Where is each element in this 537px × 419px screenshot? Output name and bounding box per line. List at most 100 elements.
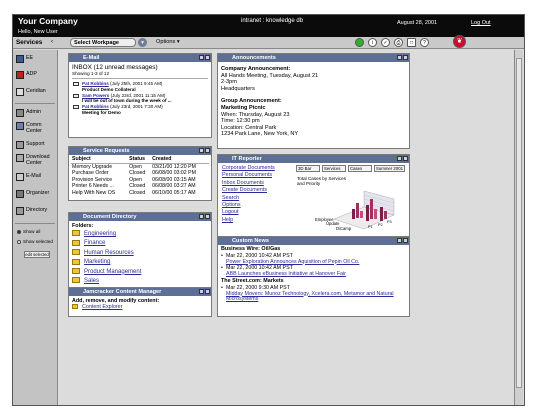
- folder-link[interactable]: Sales: [84, 278, 99, 284]
- folder-item[interactable]: Sales: [72, 277, 208, 286]
- table-row[interactable]: Memory Upgrade Open 03/21/00 12:20 PM: [71, 163, 209, 170]
- logout-link[interactable]: Logout: [222, 209, 294, 216]
- cases-select[interactable]: Cases: [348, 165, 372, 172]
- create-documents-link[interactable]: Create Documents: [222, 187, 294, 194]
- news-headline[interactable]: Midday Movers: Munoz Technology, Xcelera…: [226, 291, 406, 304]
- chart-type-select[interactable]: 3D Bar: [296, 165, 320, 172]
- content-explorer-link[interactable]: Content Explorer: [82, 304, 122, 310]
- envelope-icon: [73, 105, 79, 110]
- request-status: Closed: [129, 189, 146, 196]
- folder-item[interactable]: Marketing: [72, 258, 208, 267]
- comm-center-icon: [16, 122, 24, 130]
- it-reporter-header: IT Reporter: [218, 155, 409, 163]
- close-icon[interactable]: [205, 55, 210, 60]
- sidebar-item-comm-center[interactable]: Comm Center: [15, 120, 55, 135]
- services-sidebar: EE ADP Ceridian Admin Comm Center Suppor…: [13, 50, 58, 405]
- email-sender[interactable]: Pat Robbins: [82, 81, 109, 86]
- show-selected-radio[interactable]: Show selected: [17, 239, 53, 244]
- minimize-icon[interactable]: [397, 238, 402, 243]
- email-sender[interactable]: Pat Robbins: [82, 104, 109, 109]
- download-icon: [16, 154, 24, 162]
- inbox-line: INBOX (12 unread messages): [72, 64, 208, 71]
- sidebar-item-directory[interactable]: Directory: [15, 205, 55, 220]
- services-collapse-icon[interactable]: ‹: [51, 39, 53, 45]
- folder-item[interactable]: Human Resources: [72, 249, 208, 258]
- minimize-icon[interactable]: [199, 214, 204, 219]
- news-headline[interactable]: ABB Launches eBusiness Initiative at Han…: [226, 271, 406, 278]
- email-subject[interactable]: I will be out of town during the week of…: [82, 98, 172, 103]
- close-icon[interactable]: [205, 289, 210, 294]
- logo-icon[interactable]: ❦: [453, 35, 466, 48]
- close-icon[interactable]: [403, 156, 408, 161]
- check-icon[interactable]: ✓: [381, 38, 390, 47]
- sidebar-item-organizer[interactable]: Organizer: [15, 188, 55, 203]
- status-green-icon[interactable]: [355, 38, 364, 47]
- workpage-go-icon[interactable]: ▾: [138, 38, 147, 47]
- sidebar-item-email[interactable]: E-Mail: [15, 171, 55, 186]
- news-item[interactable]: Mar 22, 2000 10:42 AM PST ABB Launches e…: [221, 266, 406, 278]
- close-icon[interactable]: [403, 238, 408, 243]
- service-requests-panel: Service Requests Subject Status Created …: [68, 146, 212, 201]
- folder-icon[interactable]: □: [407, 38, 416, 47]
- minimize-icon[interactable]: [397, 156, 402, 161]
- folder-link[interactable]: Finance: [84, 240, 105, 246]
- corporate-documents-link[interactable]: Corporate Documents: [222, 165, 294, 172]
- services-select[interactable]: Services: [322, 165, 346, 172]
- request-subject[interactable]: Help With New OS: [71, 190, 128, 197]
- folder-link[interactable]: Engineering: [84, 231, 116, 237]
- email-sender[interactable]: Sam Powers: [82, 93, 109, 98]
- news-section-heading: The Street.com: Markets: [221, 277, 284, 284]
- close-icon[interactable]: [205, 148, 210, 153]
- edit-selected-button[interactable]: edit selected: [24, 251, 50, 258]
- email-message[interactable]: Pat Robbins (July 23rd, 2001 7:30 AM) Me…: [72, 104, 208, 115]
- folder-item[interactable]: Product Management: [72, 268, 208, 277]
- email-subject[interactable]: Meeting for Demo: [82, 110, 121, 115]
- table-row[interactable]: Purchase Order Closed 06/08/00 03:02 PM: [71, 170, 209, 177]
- print-icon[interactable]: ⎙: [394, 38, 403, 47]
- email-message[interactable]: Sam Powers (July 23rd, 2001 11:15 AM) I …: [72, 93, 208, 104]
- inbox-documents-link[interactable]: Inbox Documents: [222, 180, 294, 187]
- folder-link[interactable]: Marketing: [84, 259, 110, 265]
- sidebar-item-label: Support: [26, 141, 45, 147]
- cases-3d-bar-chart[interactable]: Employee Update DiCamp P1 P2 P3: [314, 189, 396, 231]
- minimize-icon[interactable]: [397, 55, 402, 60]
- show-all-radio[interactable]: Show all: [17, 229, 40, 234]
- options-link[interactable]: Options: [222, 202, 294, 209]
- table-row[interactable]: Printer 6 Needs ... Closed 06/08/00 03:27 …: [71, 183, 209, 190]
- minimize-icon[interactable]: [199, 148, 204, 153]
- sidebar-item-adp[interactable]: ADP: [15, 69, 55, 84]
- custom-news-panel: Custom News Business Wire: Oil/Gas Mar 2…: [217, 236, 410, 317]
- folder-item[interactable]: Finance: [72, 239, 208, 248]
- table-row[interactable]: Help With New OS Closed 06/10/00 05:17 AM: [71, 190, 209, 197]
- help-link[interactable]: Help: [222, 217, 294, 224]
- info-icon[interactable]: i: [368, 38, 377, 47]
- folder-link[interactable]: Human Resources: [84, 250, 134, 256]
- folder-link[interactable]: Product Management: [84, 269, 141, 275]
- it-reporter-links: Corporate Documents Personal Documents I…: [222, 165, 294, 224]
- folder-item[interactable]: Engineering: [72, 230, 208, 239]
- announcements-title: Announcements: [232, 55, 276, 61]
- period-select[interactable]: Summer 2001: [374, 165, 405, 172]
- close-icon[interactable]: [205, 214, 210, 219]
- email-subject[interactable]: Product Demo Collateral: [82, 87, 136, 92]
- personal-documents-link[interactable]: Personal Documents: [222, 172, 294, 179]
- news-item[interactable]: Mar 22, 2000 9:30 AM PST Midday Movers: …: [221, 285, 406, 304]
- options-menu[interactable]: Options ▾: [156, 39, 180, 45]
- minimize-icon[interactable]: [199, 55, 204, 60]
- content-explorer-item[interactable]: Content Explorer: [72, 304, 208, 310]
- inbox-label[interactable]: INBOX: [72, 64, 92, 71]
- news-item[interactable]: Mar 22, 2000 10:42 AM PST Power Explorat…: [221, 253, 406, 266]
- logout-link[interactable]: Log Out: [471, 20, 491, 26]
- sidebar-item-ceridian[interactable]: Ceridian: [15, 86, 55, 101]
- vertical-scrollbar[interactable]: [514, 50, 523, 405]
- help-icon[interactable]: ?: [420, 38, 429, 47]
- scrollbar-thumb[interactable]: [516, 58, 522, 388]
- sidebar-item-ee[interactable]: EE: [15, 53, 55, 68]
- search-link[interactable]: Search: [222, 195, 294, 202]
- select-workpage-button[interactable]: Select Workpage: [70, 38, 136, 47]
- sidebar-item-download-center[interactable]: Download Center: [15, 152, 55, 167]
- request-subject[interactable]: Memory Upgrade: [71, 163, 128, 170]
- minimize-icon[interactable]: [199, 289, 204, 294]
- close-icon[interactable]: [403, 55, 408, 60]
- email-message[interactable]: Pat Robbins (July 25th, 2001 9:45 AM) Pr…: [72, 81, 208, 92]
